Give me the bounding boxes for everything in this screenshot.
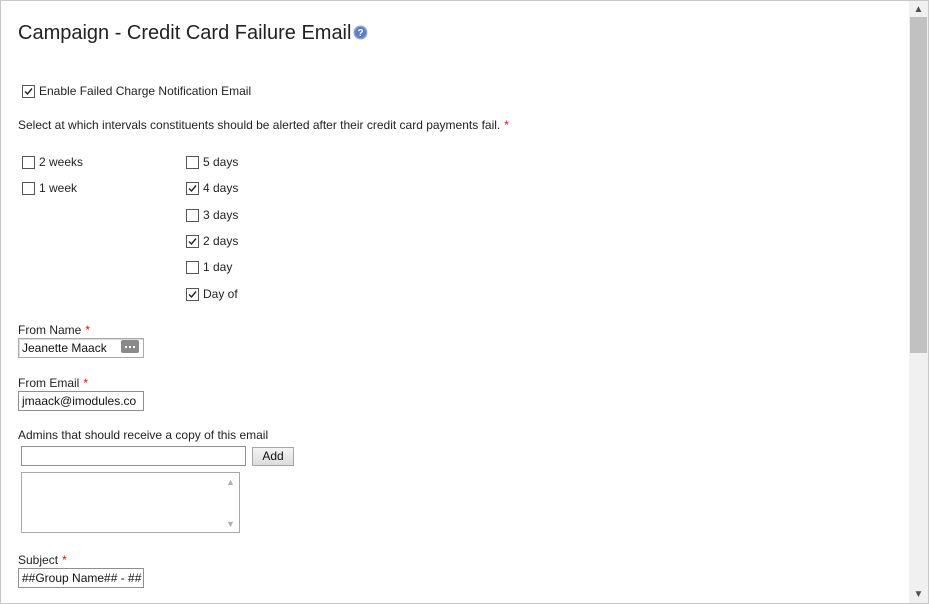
intervals-prompt: Select at which intervals constituents s… [18,118,509,132]
interval-label: 5 days [203,155,239,169]
interval-label: 4 days [203,181,239,195]
required-marker: * [85,323,91,337]
interval-label: Day of [203,287,238,301]
from-email-label-text: From Email [18,376,80,390]
admins-list-scrollbar[interactable]: ▲ ▼ [222,473,239,532]
interval-option-5-days[interactable]: 5 days [186,155,238,169]
interval-checkbox[interactable] [186,260,199,274]
interval-option-2-days[interactable]: 2 days [186,234,238,248]
enable-notification-option[interactable]: Enable Failed Charge Notification Email [22,84,251,98]
interval-label: 1 week [39,181,78,195]
from-name-label-text: From Name [18,323,82,337]
interval-checkbox[interactable] [22,155,35,169]
interval-checkbox[interactable] [22,181,35,195]
chevron-down-icon[interactable]: ▼ [909,587,928,602]
interval-checkbox[interactable] [186,287,199,301]
interval-label: 3 days [203,208,239,222]
interval-option-4-days[interactable]: 4 days [186,181,238,195]
chevron-down-icon[interactable]: ▼ [226,519,235,529]
interval-label: 2 weeks [39,155,84,169]
required-marker: * [504,118,509,132]
from-email-label: From Email * [18,376,88,390]
subject-label-text: Subject [18,553,59,567]
required-marker: * [83,376,89,390]
enable-notification-label: Enable Failed Charge Notification Email [39,84,252,98]
interval-option-1-day[interactable]: 1 day [186,260,232,274]
interval-label: 2 days [203,234,239,248]
interval-checkbox[interactable] [186,208,199,222]
enable-notification-checkbox[interactable] [22,84,35,98]
page-scrollbar[interactable]: ▲ ▼ [909,1,928,603]
interval-checkbox[interactable] [186,181,199,195]
chevron-up-icon[interactable]: ▲ [226,477,235,487]
interval-checkbox[interactable] [186,234,199,248]
required-marker: * [62,553,67,567]
interval-option-2-weeks[interactable]: 2 weeks [22,155,83,169]
from-name-label: From Name * [18,323,90,337]
scrollbar-thumb[interactable] [910,17,927,353]
contact-card-icon[interactable] [121,340,139,353]
from-email-input[interactable]: jmaack@imodules.co [18,391,144,411]
help-icon[interactable]: ? [353,25,368,40]
interval-option-1-week[interactable]: 1 week [22,181,77,195]
admins-label: Admins that should receive a copy of thi… [18,428,269,442]
intervals-prompt-text: Select at which intervals constituents s… [18,118,501,132]
svg-text:?: ? [357,28,363,39]
add-admin-button[interactable]: Add [252,447,294,466]
interval-option-day-of[interactable]: Day of [186,287,238,301]
admins-list[interactable]: ▲ ▼ [21,472,240,533]
subject-label: Subject * [18,553,67,567]
interval-label: 1 day [203,260,233,274]
subject-input[interactable]: ##Group Name## - ## [18,568,144,588]
interval-checkbox[interactable] [186,155,199,169]
admin-email-input[interactable] [21,446,246,466]
chevron-up-icon[interactable]: ▲ [909,2,928,17]
interval-option-3-days[interactable]: 3 days [186,208,238,222]
page-title: Campaign - Credit Card Failure Email [18,22,352,44]
